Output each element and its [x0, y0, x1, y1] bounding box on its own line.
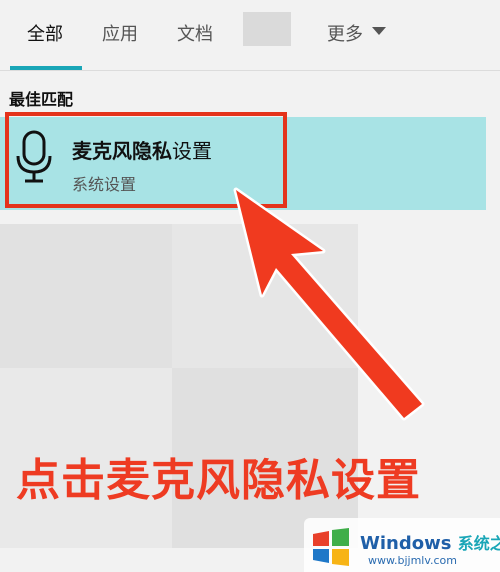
- blurred-panel: [172, 224, 358, 368]
- blurred-panel: [0, 224, 172, 368]
- watermark-brand: Windows 系统之家: [360, 530, 500, 554]
- tab-placeholder: [243, 12, 291, 46]
- watermark-url: www.bjjmlv.com: [368, 554, 457, 567]
- best-match-heading: 最佳匹配: [9, 90, 74, 109]
- tab-apps[interactable]: 应用: [102, 20, 138, 46]
- tab-all[interactable]: 全部: [27, 20, 63, 46]
- watermark: Windows 系统之家 www.bjjmlv.com: [304, 518, 500, 572]
- watermark-site-name: 系统之家: [457, 534, 500, 553]
- search-tabs: 全部 应用 文档 更多: [0, 0, 500, 71]
- active-tab-indicator: [10, 66, 82, 70]
- tab-documents[interactable]: 文档: [177, 20, 213, 46]
- tab-more[interactable]: 更多: [327, 20, 363, 46]
- annotation-caption: 点击麦克风隐私设置: [16, 455, 421, 506]
- windows-logo-icon: [313, 528, 349, 566]
- watermark-windows: Windows: [360, 533, 452, 554]
- chevron-down-icon[interactable]: [372, 27, 386, 35]
- annotation-highlight-box: [5, 112, 287, 208]
